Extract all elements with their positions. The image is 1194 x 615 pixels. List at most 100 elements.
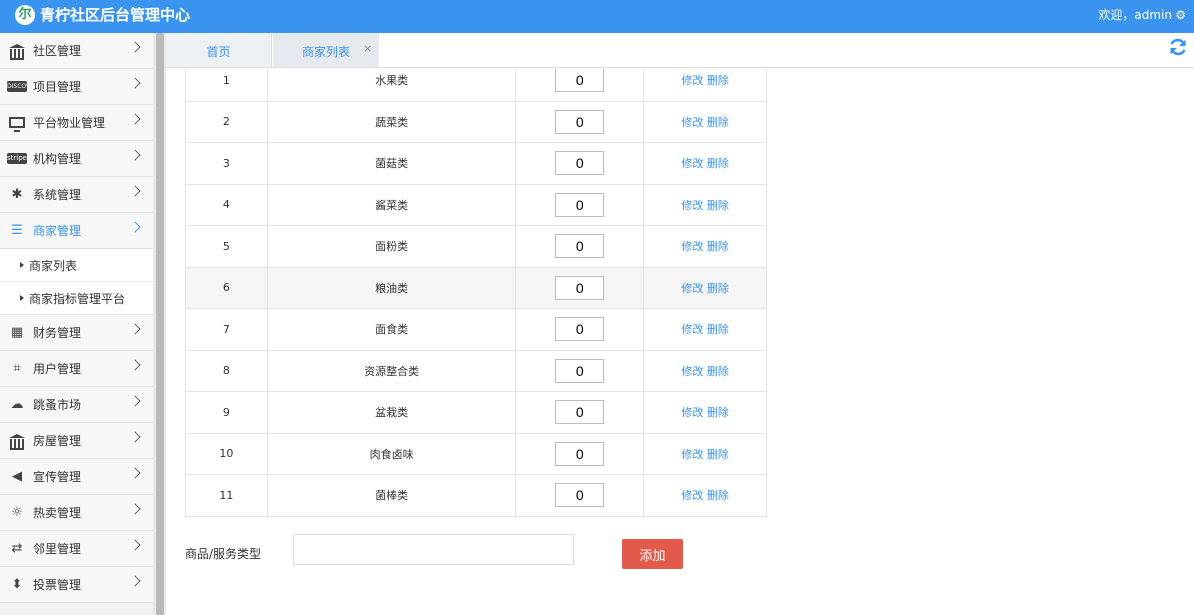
delete-link[interactable]: 删除 bbox=[707, 74, 729, 87]
chevron-right-icon bbox=[129, 221, 141, 233]
bank-icon bbox=[8, 42, 26, 60]
gear-icon[interactable]: ⚙ bbox=[1175, 7, 1186, 23]
row-sort-cell bbox=[515, 266, 645, 309]
sidebar-item[interactable]: ◀ 宣传管理 bbox=[0, 459, 153, 495]
delete-link[interactable]: 删除 bbox=[707, 116, 729, 129]
delete-link[interactable]: 删除 bbox=[707, 406, 729, 419]
row-actions: 修改 删除 bbox=[643, 100, 767, 143]
edit-link[interactable]: 修改 bbox=[681, 157, 703, 170]
edit-link[interactable]: 修改 bbox=[681, 406, 703, 419]
edit-link[interactable]: 修改 bbox=[681, 282, 703, 295]
sort-input[interactable] bbox=[555, 234, 605, 259]
edit-link[interactable]: 修改 bbox=[681, 448, 703, 461]
edit-link[interactable]: 修改 bbox=[681, 199, 703, 212]
sort-input[interactable] bbox=[555, 109, 605, 134]
edit-link[interactable]: 修改 bbox=[681, 74, 703, 87]
row-index: 3 bbox=[185, 142, 268, 185]
delete-link[interactable]: 删除 bbox=[707, 199, 729, 212]
sidebar-item[interactable]: ▦ 财务管理 bbox=[0, 315, 153, 351]
chevron-right-icon bbox=[129, 539, 141, 551]
sort-input[interactable] bbox=[555, 400, 605, 425]
sidebar-item[interactable]: ☁ 跳蚤市场 bbox=[0, 387, 153, 423]
sidebar-scrollbar-thumb[interactable] bbox=[156, 33, 164, 615]
tab-bar: 首页 商家列表 bbox=[166, 33, 1194, 68]
table-row: 11菌棒类 修改 删除 bbox=[185, 474, 767, 517]
refresh-icon[interactable] bbox=[1168, 37, 1188, 57]
main-content: 1水果类修改 删除2蔬菜类修改 删除3菌菇类修改 删除4酱菜类修改 删除5面粉类… bbox=[166, 69, 1194, 615]
table-row: 8资源整合类 修改 删除 bbox=[185, 349, 767, 392]
row-actions: 修改 删除 bbox=[643, 308, 767, 351]
sidebar-item[interactable]: 平台物业管理 bbox=[0, 105, 153, 141]
row-actions: 修改 删除 bbox=[643, 474, 767, 517]
bank-icon bbox=[8, 432, 26, 450]
discover-badge-icon: DISCOVER bbox=[7, 81, 39, 92]
delete-link[interactable]: 删除 bbox=[707, 240, 729, 253]
chevron-right-icon bbox=[129, 359, 141, 371]
sidebar-subitem[interactable]: 商家指标管理平台 bbox=[0, 282, 153, 315]
sort-input[interactable] bbox=[555, 275, 605, 300]
sidebar-subitem-label: 商家指标管理平台 bbox=[29, 291, 126, 306]
delete-link[interactable]: 删除 bbox=[707, 448, 729, 461]
sidebar-item[interactable]: ⌗ 用户管理 bbox=[0, 351, 153, 387]
add-button[interactable]: 添加 bbox=[622, 539, 683, 569]
delete-link[interactable]: 删除 bbox=[707, 489, 729, 502]
edit-link[interactable]: 修改 bbox=[681, 240, 703, 253]
sidebar-item[interactable]: ✱ 系统管理 bbox=[0, 177, 153, 213]
sidebar-item[interactable]: ☼ 热卖管理 bbox=[0, 495, 153, 531]
row-actions: 修改 删除 bbox=[643, 266, 767, 309]
sidebar-item[interactable]: ☰ 商家管理 bbox=[0, 213, 153, 249]
table-row: 10肉食卤味 修改 删除 bbox=[185, 432, 767, 475]
sidebar-item[interactable]: stripe 机构管理 bbox=[0, 141, 153, 177]
tab-close-icon[interactable]: × bbox=[363, 43, 372, 55]
tab-home[interactable]: 首页 bbox=[166, 33, 272, 67]
table-row: 2蔬菜类 修改 删除 bbox=[185, 100, 767, 143]
table-row: 9盆栽类 修改 删除 bbox=[185, 391, 767, 434]
sort-input[interactable] bbox=[555, 358, 605, 383]
chevron-right-icon bbox=[129, 431, 141, 443]
delete-link[interactable]: 删除 bbox=[707, 282, 729, 295]
row-name: 面食类 bbox=[266, 308, 517, 351]
type-input[interactable] bbox=[293, 534, 574, 565]
edit-link[interactable]: 修改 bbox=[681, 116, 703, 129]
row-name: 资源整合类 bbox=[266, 349, 517, 392]
sidebar-subitem[interactable]: 商家列表 bbox=[0, 249, 153, 282]
edit-link[interactable]: 修改 bbox=[681, 323, 703, 336]
sidebar-item[interactable]: ⬍ 投票管理 bbox=[0, 567, 153, 603]
table-row: 1水果类 修改 删除 bbox=[185, 69, 767, 102]
row-index: 10 bbox=[185, 432, 268, 475]
row-sort-cell bbox=[515, 100, 645, 143]
sort-input[interactable] bbox=[555, 192, 605, 217]
sidebar-item[interactable]: DISCOVER 项目管理 bbox=[0, 69, 153, 105]
table-row: 7面食类 修改 删除 bbox=[185, 308, 767, 351]
welcome-user[interactable]: 欢迎，admin bbox=[1098, 7, 1172, 23]
chevron-right-icon bbox=[129, 113, 141, 125]
row-actions: 修改 删除 bbox=[643, 225, 767, 268]
top-bar: 尔 青柠社区后台管理中心 欢迎，admin ⚙ bbox=[0, 0, 1194, 33]
row-name: 粮油类 bbox=[266, 266, 517, 309]
sort-icon: ⬍ bbox=[11, 577, 23, 592]
table-row: 5面粉类 修改 删除 bbox=[185, 225, 767, 268]
sort-input[interactable] bbox=[555, 441, 605, 466]
row-name: 菌菇类 bbox=[266, 142, 517, 185]
yelp-icon: ✱ bbox=[11, 187, 23, 202]
row-name: 酱菜类 bbox=[266, 183, 517, 226]
sidebar-item[interactable]: ⇄ 邻里管理 bbox=[0, 531, 153, 567]
delete-link[interactable]: 删除 bbox=[707, 365, 729, 378]
edit-link[interactable]: 修改 bbox=[681, 489, 703, 502]
row-sort-cell bbox=[515, 183, 645, 226]
sidebar-item[interactable]: 社区管理 bbox=[0, 33, 153, 69]
chevron-right-icon bbox=[129, 467, 141, 479]
table-row: 3菌菇类 修改 删除 bbox=[185, 142, 767, 185]
sidebar-item[interactable]: 房屋管理 bbox=[0, 423, 153, 459]
delete-link[interactable]: 删除 bbox=[707, 157, 729, 170]
chevron-right-icon bbox=[129, 149, 141, 161]
sort-input[interactable] bbox=[555, 317, 605, 342]
sort-input[interactable] bbox=[555, 151, 605, 176]
delete-link[interactable]: 删除 bbox=[707, 323, 729, 336]
sort-input[interactable] bbox=[555, 69, 605, 93]
row-index: 11 bbox=[185, 474, 268, 517]
row-name: 蔬菜类 bbox=[266, 100, 517, 143]
row-actions: 修改 删除 bbox=[643, 432, 767, 475]
edit-link[interactable]: 修改 bbox=[681, 365, 703, 378]
sort-input[interactable] bbox=[555, 483, 605, 508]
